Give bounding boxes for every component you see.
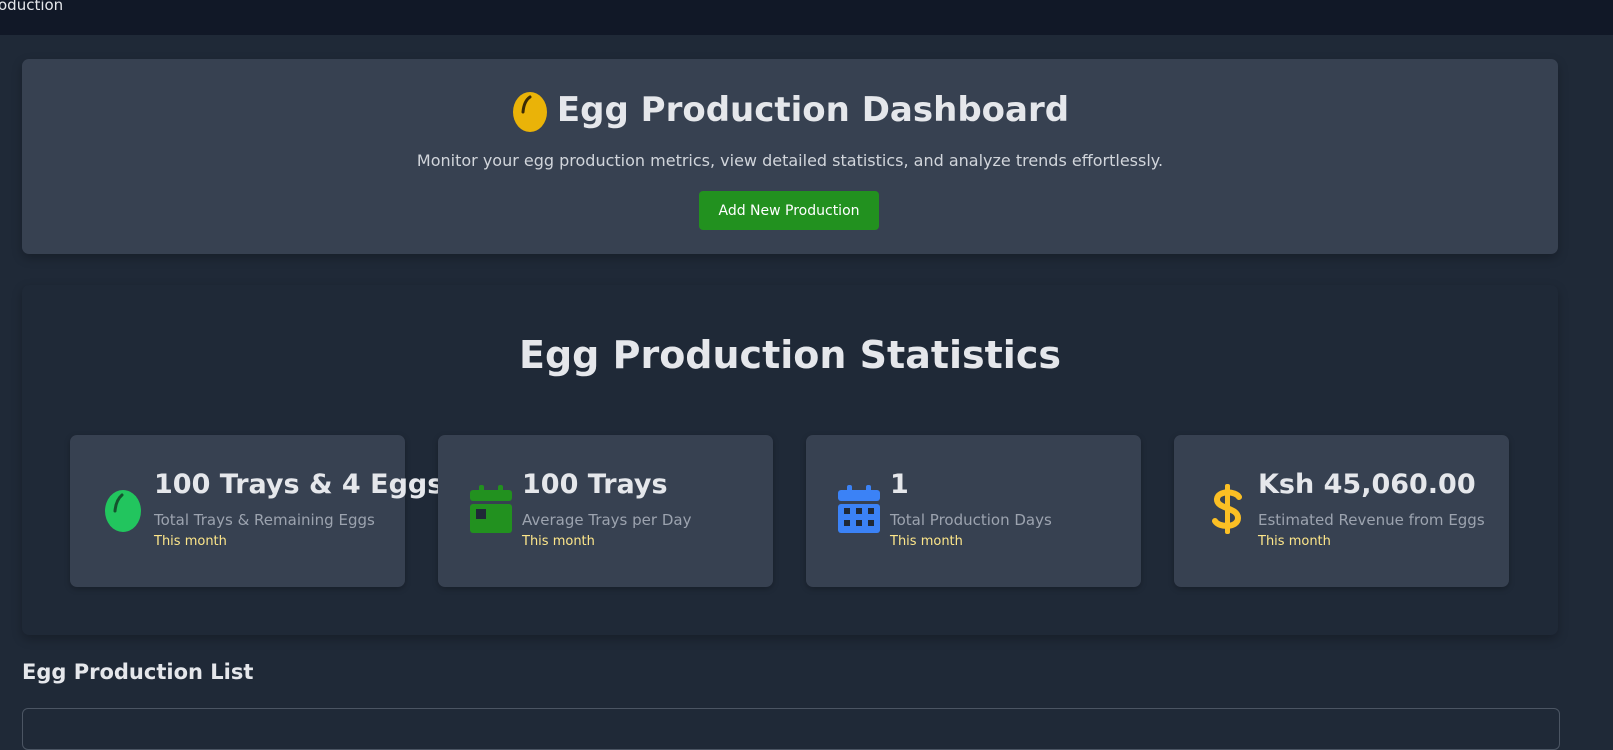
stat-value: Ksh 45,060.00 bbox=[1258, 469, 1476, 500]
production-list-table bbox=[22, 708, 1560, 750]
statistics-panel: Egg Production Statistics 100 Trays & 4 … bbox=[22, 285, 1558, 635]
production-list-title: Egg Production List bbox=[22, 660, 254, 684]
calendar-icon bbox=[838, 485, 880, 533]
top-bar: oduction bbox=[0, 0, 1613, 35]
stat-label: Average Trays per Day bbox=[522, 511, 692, 529]
stat-value: 100 Trays bbox=[522, 469, 668, 500]
egg-icon bbox=[512, 92, 547, 132]
calendar-day-icon bbox=[470, 485, 512, 533]
stat-period: This month bbox=[890, 534, 963, 549]
page-title: Egg Production Dashboard bbox=[556, 90, 1070, 130]
stat-card-average-trays: 100 Trays Average Trays per Day This mon… bbox=[438, 435, 773, 587]
page-subtitle: Monitor your egg production metrics, vie… bbox=[416, 151, 1164, 170]
stat-card-revenue: Ksh 45,060.00 Estimated Revenue from Egg… bbox=[1174, 435, 1509, 587]
stat-value: 100 Trays & 4 Eggs bbox=[154, 469, 444, 500]
stat-label: Total Production Days bbox=[890, 511, 1052, 529]
add-new-production-button[interactable]: Add New Production bbox=[699, 191, 879, 230]
stat-card-total-trays: 100 Trays & 4 Eggs Total Trays & Remaini… bbox=[70, 435, 443, 587]
egg-icon bbox=[105, 490, 141, 532]
dashboard-header: Egg Production Dashboard Monitor your eg… bbox=[22, 59, 1558, 254]
top-bar-title: oduction bbox=[0, 0, 64, 14]
dollar-icon bbox=[1212, 484, 1242, 534]
stat-label: Estimated Revenue from Eggs bbox=[1258, 511, 1485, 529]
stat-card-production-days: 1 Total Production Days This month bbox=[806, 435, 1141, 587]
stat-label: Total Trays & Remaining Eggs bbox=[154, 511, 375, 529]
stat-period: This month bbox=[522, 534, 595, 549]
stat-period: This month bbox=[154, 534, 227, 549]
stat-period: This month bbox=[1258, 534, 1331, 549]
stat-value: 1 bbox=[890, 469, 909, 500]
statistics-title: Egg Production Statistics bbox=[519, 333, 1061, 377]
